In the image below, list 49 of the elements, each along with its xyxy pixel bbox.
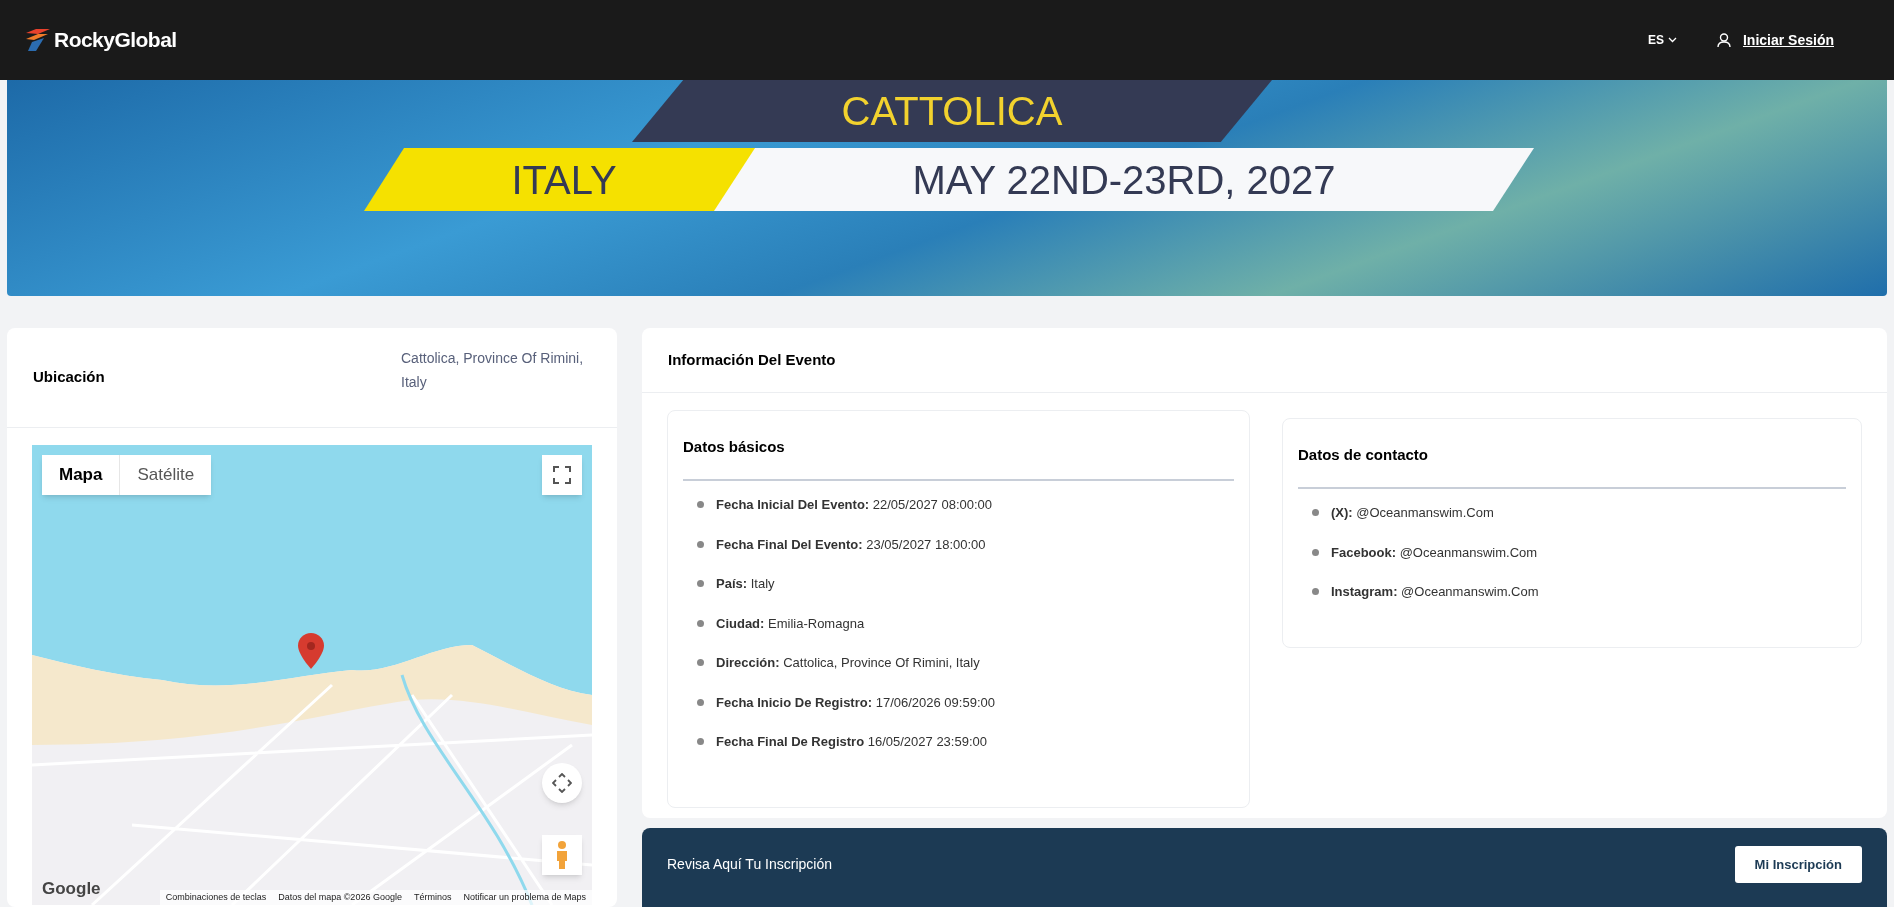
info-text: Ciudad: Emilia-Romagna	[716, 614, 865, 633]
fullscreen-icon	[553, 466, 571, 484]
move-arrows-icon	[552, 773, 572, 793]
bullet-icon	[697, 580, 704, 588]
info-text: Fecha Inicio De Registro: 17/06/2026 09:59:00	[716, 693, 995, 712]
logo-text: RockyGlobal	[54, 27, 177, 54]
info-text: (X): @Oceanmanswim.Com	[1331, 504, 1494, 522]
location-pin-icon	[298, 633, 324, 669]
bullet-icon	[1312, 509, 1319, 517]
bullet-icon	[1312, 548, 1319, 556]
bullet-icon	[697, 619, 704, 627]
info-text: Fecha Final De Registro 16/05/2027 23:59:00	[716, 733, 987, 751]
location-title: Ubicación	[33, 367, 105, 388]
login-link[interactable]: Iniciar Sesión	[1742, 29, 1834, 51]
basic-data-title: Datos básicos	[683, 438, 785, 455]
info-text: Fecha Inicial Del Evento: 22/05/2027 08:00:00	[716, 496, 993, 514]
location-address: Cattolica, Province Of Rimini, Italy	[401, 349, 585, 392]
logo-icon	[26, 29, 50, 51]
camera-control-button[interactable]	[542, 763, 582, 803]
city-ribbon: CATTOLICA	[632, 80, 1272, 142]
language-selector[interactable]: ES	[1647, 31, 1677, 49]
info-text: Dirección: Cattolica, Province Of Rimini, Italy	[716, 654, 980, 672]
map-attribution-link[interactable]: Términos	[413, 890, 452, 904]
bullet-icon	[697, 738, 704, 746]
bullet-icon	[1312, 588, 1319, 596]
info-text: Facebook: @Oceanmanswim.Com	[1331, 543, 1538, 562]
map-type-tab[interactable]: Satélite	[119, 455, 212, 495]
dates-ribbon: MAY 22ND-23RD, 2027	[714, 148, 1534, 211]
map[interactable]: Mapa Satélite Google Combinaciones de teclas Datos del mapa ©2026 Google Términos Notificar un problema de Maps	[32, 445, 592, 905]
map-attribution-link[interactable]: Notificar un problema de Maps	[463, 890, 586, 904]
bullet-icon	[697, 540, 704, 548]
bullet-icon	[697, 501, 704, 509]
my-registration-button[interactable]: Mi Inscripción	[1734, 846, 1862, 884]
bullet-icon	[697, 698, 704, 706]
user-icon	[1716, 32, 1731, 48]
map-attribution-link[interactable]: Combinaciones de teclas	[165, 890, 267, 904]
caret-icon	[1667, 37, 1677, 43]
map-logo: Google	[42, 877, 101, 900]
pegman-icon	[555, 840, 569, 870]
registration-text: Revisa Aquí Tu Inscripción	[667, 855, 832, 875]
info-text: Instagram: @Oceanmanswim.Com	[1331, 583, 1539, 601]
map-attribution-link[interactable]: Datos del mapa ©2026 Google	[278, 890, 402, 904]
event-info-title: Información Del Evento	[668, 349, 836, 370]
map-type-tab[interactable]: Mapa	[42, 455, 120, 495]
info-text: Fecha Final Del Evento: 23/05/2027 18:00:00	[716, 535, 986, 554]
contact-title: Datos de contacto	[1298, 446, 1429, 463]
fullscreen-button[interactable]	[542, 455, 582, 495]
bullet-icon	[697, 659, 704, 667]
info-text: País: Italy	[716, 575, 775, 593]
